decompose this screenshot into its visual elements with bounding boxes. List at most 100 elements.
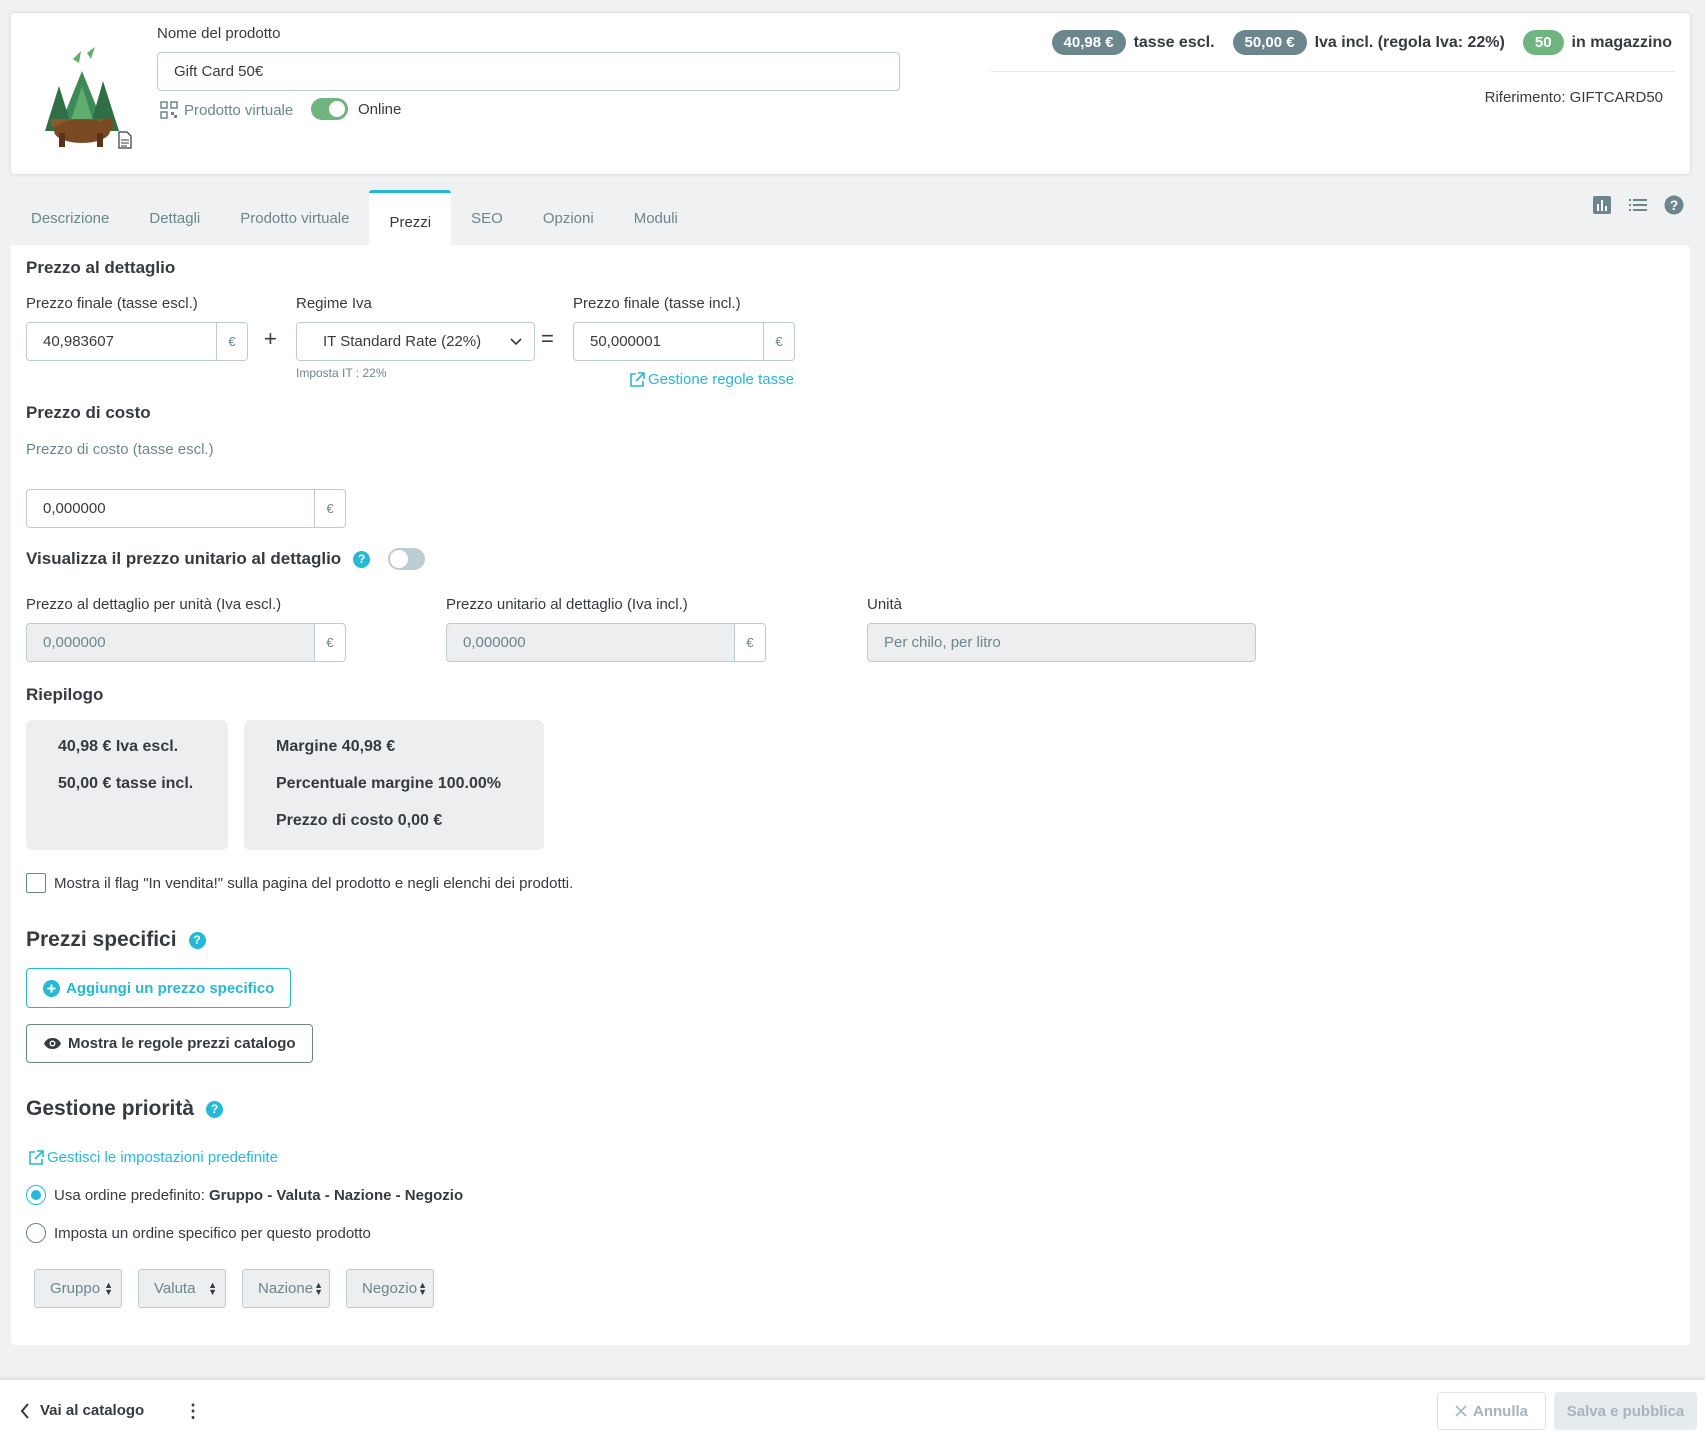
help-icon[interactable]: ? [353,550,371,568]
online-toggle[interactable]: Online [311,98,401,120]
summary-margin: Margine 40,98 € [276,738,396,755]
add-circle-icon [43,979,60,997]
priority-select-country[interactable]: Nazione ▲ ▼ [242,1269,330,1308]
tab-modules[interactable]: Moduli [614,190,698,245]
priority-select-shop[interactable]: Negozio ▲ ▼ [346,1269,434,1308]
currency-addon: € [314,489,346,528]
price-incl-input-group: 50,000001 € [573,322,795,361]
help-icon[interactable]: ? [1664,195,1684,215]
tab-options[interactable]: Opzioni [523,190,614,245]
summary-margin-percent: Percentuale margine 100.00% [276,775,502,792]
cost-price-label: Prezzo di costo (tasse escl.) [26,441,214,458]
priority-specific-option[interactable]: Imposta un ordine specifico per questo p… [26,1223,371,1243]
summary-cost-price: Prezzo di costo 0,00 € [276,812,443,829]
unit-price-title: Visualizza il prezzo unitario al dettagl… [26,549,342,568]
price-excl-label: Prezzo finale (tasse escl.) [26,295,198,312]
retail-price-title: Prezzo al dettaglio [26,258,176,277]
price-excl-badge: 40,98 € [1051,30,1126,55]
summary-prices-box: 40,98 € Iva escl. 50,00 € tasse incl. [26,720,228,850]
currency-addon: € [763,322,795,361]
unit-price-incl-input-group: 0,000000 € [446,623,766,662]
help-icon[interactable]: ? [206,1100,224,1118]
cost-price-input[interactable]: 0,000000 [26,489,314,528]
currency-addon: € [216,322,248,361]
statistics-icon[interactable] [1592,195,1612,215]
tax-rules-link-text: Gestione regole tasse [648,371,794,388]
priority-specific-radio[interactable] [26,1223,46,1243]
plus-operator: + [264,326,277,351]
summary-title: Riepilogo [26,685,104,704]
priority-select-value: Negozio [362,1280,418,1297]
price-incl-badge: 50,00 € [1232,30,1307,55]
online-switch[interactable] [311,98,348,120]
tab-description[interactable]: Descrizione [11,190,129,245]
chevron-left-icon [20,1402,29,1419]
product-reference: Riferimento: GIFTCARD50 [1484,89,1663,106]
show-catalog-rules-button[interactable]: Mostra le regole prezzi catalogo [26,1024,313,1063]
back-to-catalog-label: Vai al catalogo [40,1402,145,1419]
summary-margin-box: Margine 40,98 € Percentuale margine 100.… [244,720,544,850]
priority-select-value: Gruppo [50,1280,101,1297]
cancel-button[interactable]: Annulla [1437,1392,1546,1430]
tax-note: Imposta IT : 22% [296,366,387,380]
tab-details[interactable]: Dettagli [129,190,220,245]
unit-label: Unità [867,596,903,613]
unit-price-excl-label: Prezzo al dettaglio per unità (Iva escl.… [26,596,282,613]
qr-code-icon [160,101,178,119]
online-label: Online [358,100,402,118]
save-publish-button[interactable]: Salva e pubblica [1554,1392,1697,1430]
price-excl-input[interactable]: 40,983607 [26,322,216,361]
unit-price-excl-input[interactable]: 0,000000 [26,623,314,662]
on-sale-option[interactable]: Mostra il flag "In vendita!" sulla pagin… [26,873,573,893]
product-header: Nome del prodotto Gift Card 50€ Prodotto… [11,13,1690,174]
priority-default-order: Gruppo - Valuta - Nazione - Negozio [208,1186,464,1204]
add-specific-price-label: Aggiungi un prezzo specifico [66,979,275,997]
product-name-input[interactable]: Gift Card 50€ [157,52,900,91]
product-image[interactable] [37,41,127,151]
manage-defaults-link[interactable]: Gestisci le impostazioni predefinite [28,1149,278,1166]
tax-rule-select[interactable]: IT Standard Rate (22%) [296,322,535,361]
product-name-label: Nome del prodotto [157,25,281,42]
product-tabs: Descrizione Dettagli Prodotto virtuale P… [11,190,698,245]
unit-price-switch[interactable] [388,548,426,570]
summary-price-incl: 50,00 € tasse incl. [58,775,194,792]
add-specific-price-button[interactable]: Aggiungi un prezzo specifico [26,968,292,1008]
unit-input[interactable]: Per chilo, per litro [867,623,1256,662]
priority-select-group[interactable]: Gruppo ▲ ▼ [34,1269,122,1308]
unit-price-incl-input[interactable]: 0,000000 [446,623,734,662]
priority-default-radio[interactable] [26,1185,46,1205]
manage-defaults-link-text: Gestisci le impostazioni predefinite [47,1149,278,1166]
sort-arrows-icon: ▲ ▼ [104,1279,113,1297]
tab-virtual-product[interactable]: Prodotto virtuale [220,190,369,245]
prices-panel: Prezzo al dettaglio Prezzo finale (tasse… [11,245,1690,1345]
unit-price-excl-input-group: 0,000000 € [26,623,346,662]
tax-rules-link[interactable]: Gestione regole tasse [629,371,794,388]
summary-price-excl: 40,98 € Iva escl. [58,738,179,755]
priority-specific-label: Imposta un ordine specifico per questo p… [54,1224,371,1242]
priority-select-currency[interactable]: Valuta ▲ ▼ [138,1269,226,1308]
external-link-icon [630,371,645,387]
tab-seo[interactable]: SEO [451,190,523,245]
sort-arrows-icon: ▲ ▼ [208,1279,217,1297]
tax-rule-label: Regime Iva [296,295,372,312]
footer-toolbar: Vai al catalogo ⋮ Annulla Salva e pubbli… [0,1380,1705,1442]
price-incl-input[interactable]: 50,000001 [573,322,763,361]
priority-select-value: Valuta [154,1280,196,1297]
tab-prices[interactable]: Prezzi [369,190,452,245]
equals-operator: = [541,326,554,351]
back-to-catalog-link[interactable]: Vai al catalogo [20,1402,144,1419]
cancel-label: Annulla [1473,1402,1528,1420]
sort-arrows-icon: ▲ ▼ [418,1279,427,1297]
currency-addon: € [314,623,346,662]
list-icon[interactable] [1628,195,1648,215]
help-icon[interactable]: ? [188,931,206,949]
price-excl-input-group: 40,983607 € [26,322,248,361]
cost-price-input-group: 0,000000 € [26,489,346,528]
more-vertical-icon[interactable]: ⋮ [184,1402,202,1420]
priority-default-option[interactable]: Usa ordine predefinito: Gruppo - Valuta … [26,1185,463,1205]
unit-price-incl-label: Prezzo unitario al dettaglio (Iva incl.) [446,596,688,613]
file-icon[interactable] [117,131,133,149]
on-sale-checkbox[interactable] [26,873,46,893]
virtual-product-link[interactable]: Prodotto virtuale [160,101,293,119]
specific-prices-title: Prezzi specifici [26,928,177,951]
